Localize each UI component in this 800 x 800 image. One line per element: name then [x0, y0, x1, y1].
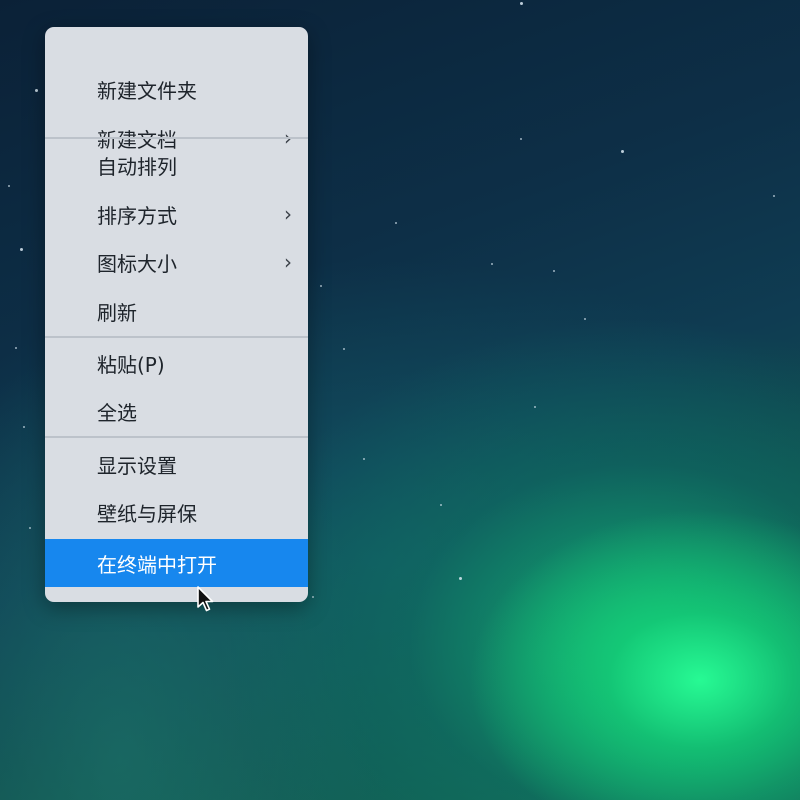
star — [35, 89, 38, 92]
star — [440, 504, 442, 506]
menu-item-label: 自动排列 — [97, 154, 177, 179]
star — [520, 138, 522, 140]
star — [363, 458, 365, 460]
star — [23, 426, 25, 428]
menu-item-new-folder[interactable]: 新建文件夹 — [45, 67, 308, 111]
menu-item-wallpaper-screensaver[interactable]: 壁纸与屏保 — [45, 490, 308, 534]
chevron-right-icon: › — [284, 250, 292, 274]
menu-item-label: 显示设置 — [97, 453, 177, 478]
star — [621, 150, 624, 153]
menu-separator — [45, 336, 308, 338]
menu-item-label: 图标大小 — [97, 251, 177, 276]
menu-item-select-all[interactable]: 全选 — [45, 389, 308, 433]
star — [20, 248, 23, 251]
chevron-right-icon: › — [284, 202, 292, 226]
star — [491, 263, 493, 265]
menu-item-label: 粘贴(P) — [97, 352, 165, 377]
menu-item-label: 壁纸与屏保 — [97, 501, 197, 526]
star — [395, 222, 397, 224]
star — [15, 347, 17, 349]
menu-separator — [45, 137, 308, 139]
star — [459, 577, 462, 580]
menu-item-auto-arrange[interactable]: 自动排列 — [45, 143, 308, 187]
menu-item-label: 全选 — [97, 400, 137, 425]
menu-item-label: 刷新 — [97, 300, 137, 325]
menu-item-refresh[interactable]: 刷新 — [45, 289, 308, 333]
menu-separator — [45, 436, 308, 438]
desktop-context-menu: 新建文件夹 新建文档 › 自动排列 排序方式 › 图标大小 › 刷新 粘贴(P)… — [45, 27, 308, 602]
menu-item-label: 排序方式 — [97, 203, 177, 228]
menu-item-icon-size[interactable]: 图标大小 › — [45, 240, 308, 284]
star — [29, 527, 31, 529]
star — [8, 185, 10, 187]
star — [773, 195, 775, 197]
menu-item-open-in-terminal[interactable]: 在终端中打开 — [45, 539, 308, 587]
mouse-pointer-icon — [197, 586, 214, 612]
star — [343, 348, 345, 350]
menu-item-label: 在终端中打开 — [97, 552, 217, 577]
star — [320, 285, 322, 287]
menu-item-paste[interactable]: 粘贴(P) — [45, 341, 308, 385]
menu-item-label: 新建文件夹 — [97, 78, 197, 103]
star — [584, 318, 586, 320]
star — [534, 406, 536, 408]
menu-item-display-settings[interactable]: 显示设置 — [45, 442, 308, 486]
star — [312, 596, 314, 598]
star — [520, 2, 523, 5]
desktop-wallpaper[interactable]: 新建文件夹 新建文档 › 自动排列 排序方式 › 图标大小 › 刷新 粘贴(P)… — [0, 0, 800, 800]
menu-item-sort-by[interactable]: 排序方式 › — [45, 192, 308, 236]
star — [553, 270, 555, 272]
